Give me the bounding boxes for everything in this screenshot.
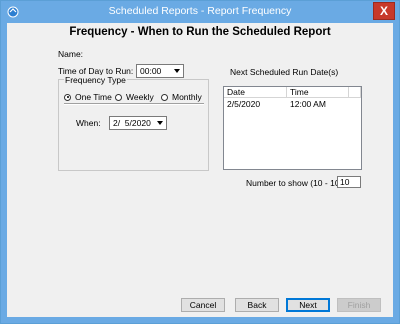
name-label: Name: [58,49,84,59]
radio-one-time[interactable]: One Time [64,92,112,102]
dialog-window: Scheduled Reports - Report Frequency X F… [0,0,400,324]
when-date-picker[interactable]: 2/ 5/2020 [109,116,167,130]
time-of-day-value: 00:00 [140,66,162,76]
radio-monthly[interactable]: Monthly [161,92,202,102]
when-date-value: 2/ 5/2020 [113,118,151,128]
chevron-down-icon[interactable] [172,66,182,76]
radio-weekly-label: Weekly [126,92,154,102]
close-button[interactable]: X [373,2,395,20]
radio-monthly-label: Monthly [172,92,202,102]
next-runs-list[interactable]: Date Time 2/5/2020 12:00 AM [223,86,362,170]
number-to-show-input[interactable]: 10 [337,176,361,188]
column-header-date[interactable]: Date [224,87,287,98]
radio-weekly[interactable]: Weekly [115,92,154,102]
time-of-day-select[interactable]: 00:00 [136,64,184,78]
frequency-type-legend: Frequency Type [64,75,127,85]
table-cell-date: 2/5/2020 [227,99,261,109]
window-title: Scheduled Reports - Report Frequency [108,5,292,17]
radio-selected-icon [64,93,71,101]
finish-button[interactable]: Finish [337,298,381,312]
divider-highlight [64,104,204,105]
radio-unselected-icon [161,93,168,101]
number-to-show-value: 10 [340,177,350,187]
column-header-filler [349,87,361,98]
close-icon: X [379,4,388,18]
radio-one-time-label: One Time [75,92,112,102]
title-bar[interactable]: Scheduled Reports - Report Frequency X [1,1,399,23]
next-runs-label: Next Scheduled Run Date(s) [230,67,339,77]
column-header-date-label: Date [227,87,245,97]
page-heading: Frequency - When to Run the Scheduled Re… [69,26,331,38]
dialog-body: Frequency - When to Run the Scheduled Re… [7,23,393,317]
back-button[interactable]: Back [235,298,279,312]
when-label: When: [76,118,101,128]
table-cell-time: 12:00 AM [290,99,326,109]
column-header-time[interactable]: Time [287,87,349,98]
next-button[interactable]: Next [286,298,330,312]
number-to-show-label: Number to show (10 - 100): [246,178,350,188]
column-header-time-label: Time [290,87,309,97]
cancel-button[interactable]: Cancel [181,298,225,312]
chevron-down-icon[interactable] [155,118,165,128]
radio-unselected-icon [115,93,122,101]
